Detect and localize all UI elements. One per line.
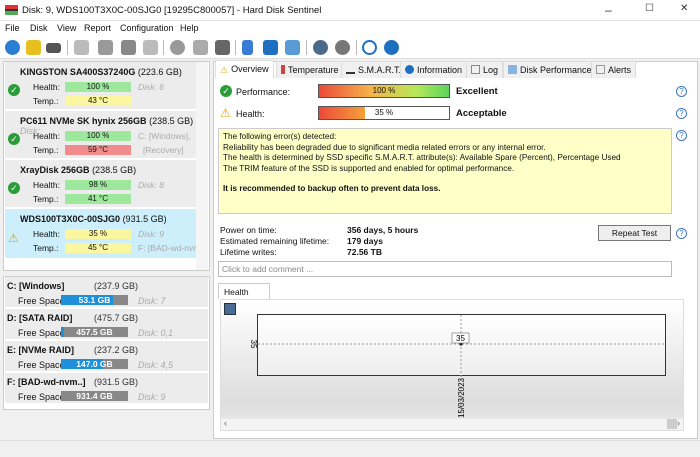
chart-svg: 35 35 15/03/2023 bbox=[249, 315, 665, 418]
y-tick-label: 35 bbox=[249, 340, 258, 349]
chart-scrollbar[interactable]: ‹ › bbox=[221, 418, 683, 430]
data-label: 35 bbox=[456, 334, 465, 343]
status-bar bbox=[0, 440, 700, 457]
x-tick-label: 15/03/2023 bbox=[457, 377, 466, 418]
